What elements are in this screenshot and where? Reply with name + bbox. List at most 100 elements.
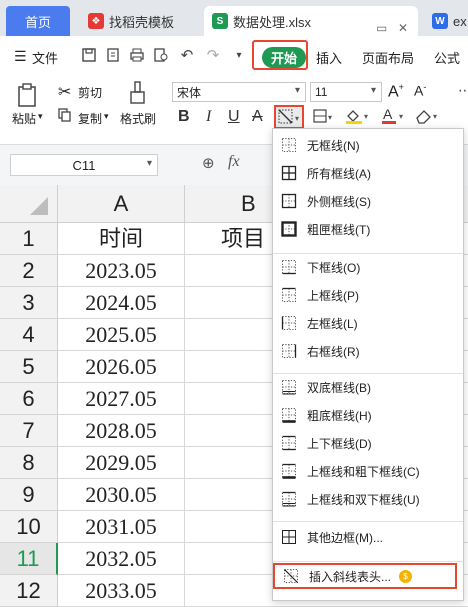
fx-button[interactable]: fx [228, 153, 240, 171]
cell-ref-value: C11 [72, 157, 96, 173]
border-thick-box-icon [281, 221, 297, 237]
decrease-font-icon[interactable]: A- [414, 82, 426, 99]
border-menu-item-left[interactable]: 左框线(L) [279, 311, 457, 335]
italic-button[interactable]: I [206, 108, 211, 126]
redo-icon[interactable]: ↷ [204, 46, 222, 64]
row-header[interactable]: 3 [0, 287, 58, 319]
fill-color-icon[interactable]: ▾ [344, 107, 372, 128]
border-menu-item-outside[interactable]: 外侧框线(S) [279, 189, 457, 213]
eraser-icon[interactable]: ▾ [414, 107, 442, 128]
paste-icon[interactable] [14, 82, 40, 111]
menu-insert[interactable]: 插入 [316, 48, 342, 67]
zoom-icon[interactable]: ⊕ [202, 154, 215, 172]
row-header[interactable]: 11 [0, 543, 58, 575]
undo-icon[interactable]: ↶ [178, 46, 196, 64]
tab-home[interactable]: 首页 [6, 6, 70, 36]
border-menu-item-top[interactable]: 上框线(P) [279, 283, 457, 307]
row-header[interactable]: 9 [0, 479, 58, 511]
tab-other[interactable]: W ex [426, 6, 468, 36]
border-menu-item-all[interactable]: 所有框线(A) [279, 161, 457, 185]
border-top-thick-bottom-icon [282, 463, 296, 479]
font-color-icon[interactable]: A ▾ [380, 106, 408, 129]
print-preview-icon[interactable] [152, 46, 170, 64]
tab-spreadsheet[interactable]: S 数据处理.xlsx ▭ ✕ [204, 6, 418, 36]
row-header[interactable]: 6 [0, 383, 58, 415]
menu-file[interactable]: 文件 [32, 48, 58, 67]
copy-icon[interactable] [58, 108, 72, 125]
strikethrough-button[interactable]: A [252, 108, 263, 126]
row-header[interactable]: 1 [0, 223, 58, 255]
font-name-select[interactable]: 宋体 ▾ [172, 82, 306, 102]
scissors-icon[interactable]: ✂ [58, 82, 71, 102]
cell-a[interactable]: 2024.05 [58, 287, 185, 319]
cell-a[interactable]: 2027.05 [58, 383, 185, 415]
border-menu-item-label: 上下框线(D) [307, 436, 372, 451]
border-menu-item-bottom[interactable]: 下框线(O) [279, 255, 457, 279]
cut-button[interactable]: 剪切 [78, 84, 102, 101]
cell-a[interactable]: 2023.05 [58, 255, 185, 287]
tab-template[interactable]: ❖ 找稻壳模板 [80, 6, 198, 36]
cell-a[interactable]: 2025.05 [58, 319, 185, 351]
border-menu-item-top-thick-bottom[interactable]: 上框线和粗下框线(C) [279, 459, 457, 483]
border-menu-item-thick-bottom[interactable]: 粗底框线(H) [279, 403, 457, 427]
border-bottom-icon [282, 260, 296, 275]
name-box[interactable]: C11 ▾ [10, 154, 158, 176]
cell-a[interactable]: 2031.05 [58, 511, 185, 543]
row-header[interactable]: 10 [0, 511, 58, 543]
border-button[interactable]: ▾ [274, 105, 304, 129]
menu-formula[interactable]: 公式 [434, 48, 460, 67]
border-menu-item-top-bottom[interactable]: 上下框线(D) [279, 431, 457, 455]
hamburger-icon[interactable]: ☰ [14, 48, 27, 65]
border-menu-item-diagonal[interactable]: 插入斜线表头... $ [273, 563, 457, 589]
quick-access-dropdown-icon[interactable]: ▾ [230, 46, 248, 64]
cell-a[interactable]: 时间 [58, 223, 185, 255]
row-header[interactable]: 8 [0, 447, 58, 479]
more-icon[interactable]: ⋯ [458, 82, 468, 99]
border-double-bottom-icon [282, 380, 296, 395]
row-header[interactable]: 5 [0, 351, 58, 383]
cell-a[interactable]: 2029.05 [58, 447, 185, 479]
cell-a[interactable]: 2026.05 [58, 351, 185, 383]
border-more-icon [282, 530, 296, 544]
border-menu-item-label: 粗底框线(H) [307, 408, 372, 423]
fill-pattern-icon[interactable]: ▾ [312, 108, 336, 127]
format-painter-button[interactable]: 格式刷 [120, 110, 156, 127]
border-top-bottom-icon [282, 435, 296, 451]
border-top-icon [282, 287, 296, 302]
border-menu-item-right[interactable]: 右框线(R) [279, 339, 457, 363]
cell-a[interactable]: 2030.05 [58, 479, 185, 511]
copy-button[interactable]: 复制 [78, 110, 102, 127]
row-header[interactable]: 2 [0, 255, 58, 287]
close-icon[interactable]: ✕ [398, 21, 408, 35]
cell-a[interactable]: 2032.05 [58, 543, 185, 575]
border-menu-item-top-double-bottom[interactable]: 上框线和双下框线(U) [279, 487, 457, 511]
save-icon[interactable] [80, 46, 98, 64]
underline-button[interactable]: U [228, 108, 240, 126]
row-header[interactable]: 7 [0, 415, 58, 447]
font-size-select[interactable]: 11 ▾ [310, 82, 382, 102]
cell-a[interactable]: 2028.05 [58, 415, 185, 447]
word-icon: W [432, 13, 448, 29]
menu-page-layout[interactable]: 页面布局 [362, 48, 414, 67]
paste-dropdown-icon[interactable]: ▾ [38, 111, 43, 122]
tab-start[interactable]: 开始 [262, 47, 306, 68]
border-menu-item-more[interactable]: 其他边框(M)... [279, 525, 457, 549]
paste-button[interactable]: 粘贴 [12, 110, 36, 127]
border-menu-item-none[interactable]: 无框线(N) [279, 133, 457, 157]
svg-text:▾: ▾ [364, 112, 368, 121]
copy-dropdown-icon[interactable]: ▾ [104, 111, 109, 122]
border-menu-item-double-bottom[interactable]: 双底框线(B) [279, 375, 457, 399]
print-icon[interactable] [128, 46, 146, 64]
row-header[interactable]: 12 [0, 575, 58, 607]
monitor-icon[interactable]: ▭ [376, 21, 387, 35]
format-painter-icon[interactable] [128, 80, 148, 109]
export-pdf-icon[interactable] [104, 46, 122, 64]
cell-a[interactable]: 2033.05 [58, 575, 185, 607]
column-header-a[interactable]: A [58, 185, 185, 223]
bold-button[interactable]: B [178, 108, 190, 126]
font-size-value: 11 [315, 85, 328, 99]
select-all-corner[interactable] [0, 185, 58, 223]
increase-font-icon[interactable]: A+ [388, 82, 404, 101]
border-menu-item-thick-box[interactable]: 粗匣框线(T) [279, 217, 457, 241]
row-header[interactable]: 4 [0, 319, 58, 351]
